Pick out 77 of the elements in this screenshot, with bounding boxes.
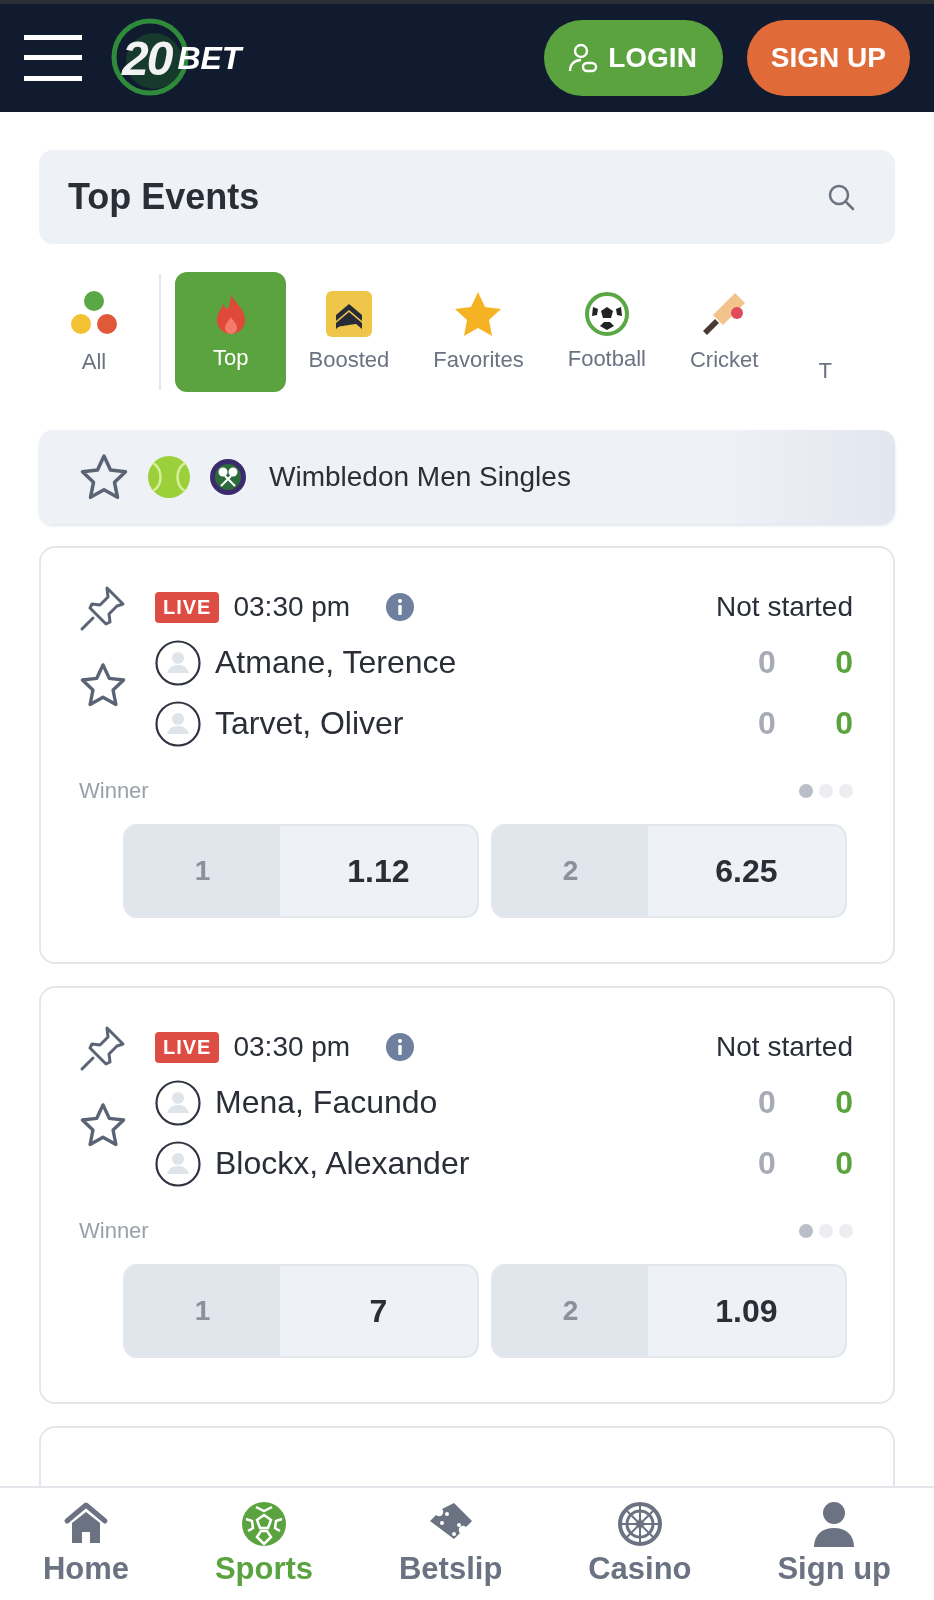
section-title: Top Events [68, 176, 260, 218]
login-button[interactable]: LOGIN [544, 20, 723, 96]
avatar-icon [155, 700, 201, 747]
sign-up-button[interactable]: SIGN UP [746, 20, 910, 96]
category-label: All [81, 349, 107, 375]
market-label: Winner [79, 778, 149, 804]
cricket-bat-icon [701, 291, 748, 337]
chevrons-icon [325, 291, 372, 337]
nav-tab[interactable]: Casino [588, 1501, 692, 1587]
category-tab[interactable]: Cricket [668, 272, 781, 392]
nav-tab[interactable]: Sign up [777, 1501, 892, 1587]
star-outline-icon[interactable] [79, 1102, 127, 1148]
avatar-icon [155, 639, 201, 686]
set-score: 0 [757, 1084, 777, 1121]
set-score: 0 [757, 644, 777, 681]
pager-dot[interactable] [799, 784, 813, 798]
live-badge: LIVE [155, 1031, 220, 1063]
search-bar[interactable]: Top Events [39, 150, 895, 244]
market-label: Winner [79, 1218, 149, 1244]
category-label: T [818, 358, 832, 384]
event-time: 03:30 pm [233, 1031, 351, 1063]
live-badge: LIVE [155, 591, 220, 623]
info-icon[interactable] [386, 1033, 415, 1061]
game-score: 0 [834, 1084, 853, 1121]
player-name: Atmane, Terence [215, 644, 458, 681]
game-score: 0 [834, 644, 853, 681]
odds-button[interactable]: 1 7 [123, 1264, 479, 1358]
odds-button[interactable]: 2 6.25 [491, 824, 847, 918]
star-icon [454, 291, 503, 337]
odds-button[interactable]: 2 1.09 [491, 1264, 847, 1358]
tennis-ball-icon [147, 455, 191, 499]
nav-tab[interactable]: Betslip [398, 1501, 503, 1587]
pin-icon[interactable] [79, 1024, 127, 1072]
category-label: Cricket [690, 347, 759, 373]
logo-number: 20 [122, 30, 172, 86]
event-status: Not started [716, 591, 853, 623]
pager-dot[interactable] [799, 1224, 813, 1238]
roulette-icon [616, 1501, 663, 1547]
soccer-ball-icon [584, 292, 629, 336]
crossed-rackets-icon [209, 458, 247, 496]
user-icon [566, 42, 599, 74]
player-name: Blockx, Alexander [215, 1145, 471, 1182]
category-label: Favorites [433, 347, 524, 373]
soccer-ball-icon [241, 1501, 287, 1547]
set-score: 0 [757, 705, 777, 742]
flame-icon [215, 293, 246, 335]
info-icon[interactable] [386, 593, 415, 621]
category-tab[interactable]: Boosted [286, 272, 412, 392]
avatar-icon [155, 1079, 201, 1126]
game-score: 0 [834, 705, 853, 742]
category-label: Football [567, 346, 646, 372]
event-status: Not started [716, 1031, 853, 1063]
star-outline-icon[interactable] [79, 453, 129, 501]
category-label: Boosted [308, 347, 390, 373]
set-score: 0 [757, 1145, 777, 1182]
event-time: 03:30 pm [233, 591, 351, 623]
logo-text: BET [177, 39, 242, 77]
person-icon [813, 1501, 856, 1547]
nav-tab[interactable]: Home [42, 1501, 130, 1587]
menu-icon[interactable] [24, 33, 82, 83]
nav-tab[interactable]: Sports [214, 1501, 314, 1587]
league-header[interactable]: Wimbledon Men Singles [39, 430, 895, 524]
category-tab[interactable]: All [39, 272, 135, 392]
game-score: 0 [834, 1145, 853, 1182]
player-name: Mena, Facundo [215, 1084, 439, 1121]
category-tab[interactable]: Top [175, 272, 287, 392]
pin-icon[interactable] [79, 584, 127, 632]
search-icon[interactable] [827, 183, 855, 211]
star-outline-icon[interactable] [79, 662, 127, 708]
odds-button[interactable]: 1 1.12 [123, 824, 479, 918]
category-tab[interactable]: Favorites [411, 272, 546, 392]
player-name: Tarvet, Oliver [215, 705, 405, 742]
category-tab[interactable]: Football [545, 272, 668, 392]
league-name: Wimbledon Men Singles [269, 461, 571, 493]
category-tab[interactable]: T [780, 272, 832, 392]
category-label: Top [213, 345, 249, 371]
avatar-icon [155, 1140, 201, 1187]
